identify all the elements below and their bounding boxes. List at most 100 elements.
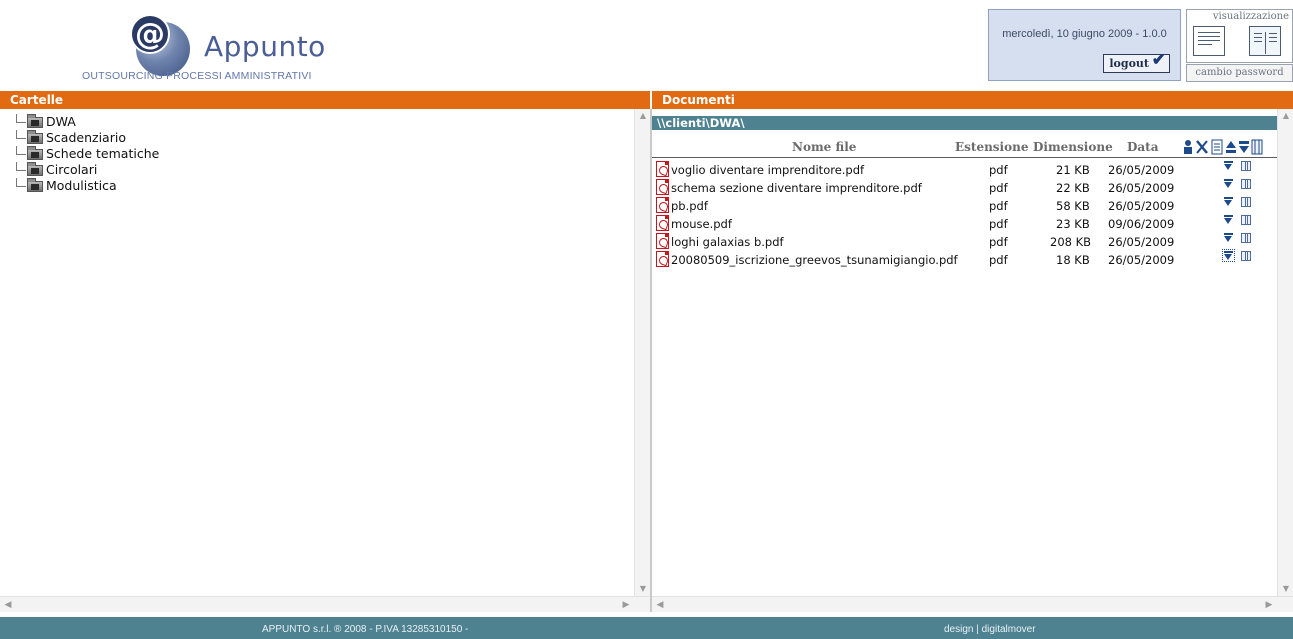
folder-item[interactable]: Scadenziario [14,130,159,146]
user-info-box: mercoledì, 10 giugno 2009 - 1.0.0 logout… [988,9,1181,81]
logo-name: Appunto [204,30,326,63]
logout-button[interactable]: logout ✔ [1103,50,1170,73]
pdf-icon [656,233,669,249]
file-size: 21 KB [1056,163,1090,177]
file-date: 26/05/2009 [1108,253,1175,267]
file-size: 18 KB [1056,253,1090,267]
current-date: mercoledì, 10 giugno 2009 - 1.0.0 [1002,28,1167,40]
file-row[interactable]: loghi galaxias b.pdf pdf 208 KB 26/05/20… [652,233,1277,251]
file-extension: pdf [989,253,1008,267]
view-file-icon[interactable] [1241,197,1251,207]
folder-item[interactable]: DWA [14,114,159,130]
scroll-right-icon[interactable]: ▶ [618,597,634,613]
folders-vertical-scrollbar[interactable]: ▲ ▼ [634,109,650,596]
folder-icon [27,162,43,176]
folders-horizontal-scrollbar[interactable]: ◀ ▶ [0,596,650,612]
scroll-down-icon[interactable]: ▼ [635,582,651,596]
folders-panel: DWA Scadenziario Schede tematiche Circol… [0,109,650,612]
folder-tree: DWA Scadenziario Schede tematiche Circol… [14,114,159,194]
documents-panel-title: Documenti [652,91,1293,109]
view-file-icon[interactable] [1241,215,1251,225]
list-view-icon[interactable] [1193,26,1225,56]
file-extension: pdf [989,235,1008,249]
logo-at-icon: @ [130,14,170,54]
column-size-header[interactable]: Dimensione [1033,140,1113,154]
file-name[interactable]: voglio diventare imprenditore.pdf [671,161,864,179]
download-icon[interactable] [1224,161,1233,170]
folder-item[interactable]: Schede tematiche [14,146,159,162]
pdf-icon [656,161,669,177]
download-icon[interactable] [1224,233,1233,242]
folder-item[interactable]: Modulistica [14,178,159,194]
pdf-icon [656,215,669,231]
view-file-icon[interactable] [1241,161,1251,171]
column-name-header[interactable]: Nome file [792,140,856,154]
file-row[interactable]: voglio diventare imprenditore.pdf pdf 21… [652,161,1277,179]
columns-view-icon[interactable] [1249,26,1281,56]
view-file-icon[interactable] [1241,179,1251,189]
view-file-icon[interactable] [1241,233,1251,243]
file-date: 26/05/2009 [1108,199,1175,213]
scroll-down-icon[interactable]: ▼ [1278,582,1293,596]
file-extension: pdf [989,163,1008,177]
footer: APPUNTO s.r.l. ® 2008 - P.IVA 1328531015… [0,617,1293,639]
scroll-left-icon[interactable]: ◀ [652,597,668,613]
file-extension: pdf [989,217,1008,231]
scroll-right-icon[interactable]: ▶ [1261,597,1277,613]
file-row[interactable]: mouse.pdf pdf 23 KB 09/06/2009 [652,215,1277,233]
file-table-header: Nome file Estensione Dimensione Data [652,138,1277,158]
file-name[interactable]: schema sezione diventare imprenditore.pd… [671,179,922,197]
logout-label: logout [1109,57,1149,70]
download-icon[interactable] [1222,249,1235,262]
scroll-left-icon[interactable]: ◀ [0,597,16,613]
file-size: 58 KB [1056,199,1090,213]
file-extension: pdf [989,181,1008,195]
view-file-icon[interactable] [1241,251,1251,261]
download-icon[interactable] [1224,215,1233,224]
file-name[interactable]: pb.pdf [671,197,708,215]
folder-icon [27,114,43,128]
scroll-up-icon[interactable]: ▲ [1278,109,1293,123]
scroll-up-icon[interactable]: ▲ [635,109,651,123]
upload-icon[interactable] [1225,139,1237,155]
view-all-icon[interactable] [1251,139,1263,155]
column-date-header[interactable]: Data [1127,140,1159,154]
document-icon[interactable] [1211,139,1223,155]
download-icon[interactable] [1224,179,1233,188]
header: @ Appunto OUTSOURCING PROCESSI AMMINISTR… [0,0,1293,89]
footer-credits[interactable]: design | digitalmover [944,619,1036,639]
file-size: 23 KB [1056,217,1090,231]
documents-panel: \\clienti\DWA\ Nome file Estensione Dime… [652,109,1293,612]
file-size: 22 KB [1056,181,1090,195]
file-row[interactable]: 20080509_iscrizione_greevos_tsunamigiang… [652,249,1277,269]
file-row[interactable]: pb.pdf pdf 58 KB 26/05/2009 [652,197,1277,215]
file-row[interactable]: schema sezione diventare imprenditore.pd… [652,179,1277,197]
logo-tagline: OUTSOURCING PROCESSI AMMINISTRATIVI [82,70,312,82]
current-path: \\clienti\DWA\ [652,116,1277,130]
properties-icon[interactable] [1182,139,1194,155]
file-name[interactable]: 20080509_iscrizione_greevos_tsunamigiang… [671,251,958,269]
folders-panel-title: Cartelle [0,91,650,109]
file-date: 26/05/2009 [1108,235,1175,249]
download-all-icon[interactable] [1238,139,1250,155]
change-password-button[interactable]: cambio password [1186,64,1293,82]
file-size: 208 KB [1050,235,1092,249]
file-name[interactable]: mouse.pdf [671,215,732,233]
logout-check-icon: ✔ [1151,50,1166,70]
documents-vertical-scrollbar[interactable]: ▲ ▼ [1277,109,1293,596]
folder-icon [27,130,43,144]
download-icon[interactable] [1224,197,1233,206]
column-extension-header[interactable]: Estensione [955,140,1028,154]
folder-icon [27,178,43,192]
pdf-icon [656,179,669,195]
delete-icon[interactable] [1196,139,1208,155]
view-mode-panel: visualizzazione [1186,9,1293,63]
file-date: 26/05/2009 [1108,163,1175,177]
documents-horizontal-scrollbar[interactable]: ◀ ▶ [652,596,1293,612]
file-name[interactable]: loghi galaxias b.pdf [671,233,784,251]
folder-item[interactable]: Circolari [14,162,159,178]
file-extension: pdf [989,199,1008,213]
pdf-icon [656,197,669,213]
footer-copyright: APPUNTO s.r.l. ® 2008 - P.IVA 1328531015… [262,624,469,635]
logo: @ Appunto OUTSOURCING PROCESSI AMMINISTR… [82,8,352,83]
